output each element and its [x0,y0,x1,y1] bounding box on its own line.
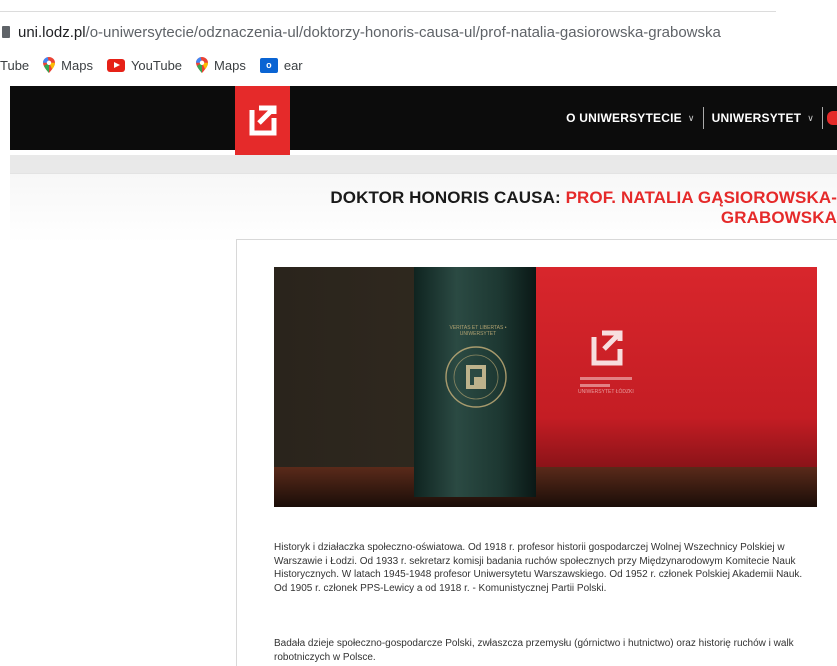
bookmark-outlook[interactable]: o ear [259,57,303,73]
bookmark-youtube[interactable]: YouTube [106,57,183,73]
bookmark-label: Tube [0,57,30,73]
title-name-line-1: PROF. NATALIA GĄSIOROWSKA- [565,188,837,207]
page-title: DOKTOR HONORIS CAUSA: PROF. NATALIA GĄSI… [300,188,837,228]
nav-o-uniwersytecie[interactable]: O UNIWERSYTECIE ∨ [558,108,702,128]
nav-divider [822,107,823,129]
nav-label: UNIWERSYTET [711,111,802,125]
lock-icon[interactable] [2,26,10,38]
honoris-causa-photo: VERITAS ET LIBERTAS • UNIWERSYTET UNIWER… [274,267,817,507]
outlook-icon: o [259,57,278,73]
url-path: /o-uniwersytecie/odznaczenia-ul/doktorzy… [85,23,721,41]
header-gray-strip [10,155,837,173]
title-name-line-2: GRABOWSKA [720,208,837,227]
logo-mark-icon [249,105,276,136]
diploma-photo-illustration [274,267,817,507]
chevron-down-icon: ∨ [807,112,814,123]
biography-paragraph-1: Historyk i działaczka społeczno-oświatow… [274,542,803,594]
site-header: O UNIWERSYTECIE ∨ UNIWERSYTET ∨ [10,86,837,156]
chevron-down-icon: ∨ [687,112,695,123]
bookmark-maps-2[interactable]: Maps [196,57,246,73]
bookmark-label: Maps [214,57,246,73]
photo-seal-text: VERITAS ET LIBERTAS • UNIWERSYTET [449,325,507,337]
address-bar[interactable]: uni.lodz.pl/o-uniwersytecie/odznaczenia-… [0,18,837,46]
nav-label: O UNIWERSYTECIE [566,111,682,125]
bookmarks-bar: Tube Maps YouTube Maps o ear [0,52,837,78]
photo-sign-text: UNIWERSYTET ŁÓDZKI [578,389,634,395]
university-logo[interactable] [235,86,290,156]
bookmark-label: YouTube [130,57,183,73]
url-domain: uni.lodz.pl [18,23,86,41]
nav-next-item-partial[interactable] [827,111,837,125]
youtube-icon [106,58,125,72]
bookmark-label: Maps [61,57,93,73]
main-nav: O UNIWERSYTECIE ∨ UNIWERSYTET ∨ [558,86,837,150]
title-prefix: DOKTOR HONORIS CAUSA: [330,188,566,207]
bookmark-tube[interactable]: Tube [0,58,29,73]
bookmark-label: ear [283,57,303,73]
maps-pin-icon [43,57,56,73]
biography-paragraph-2: Badała dzieje społeczno-gospodarcze Pols… [274,638,794,663]
nav-uniwersytet[interactable]: UNIWERSYTET ∨ [704,108,822,128]
browser-top-edge [0,0,776,12]
bookmark-maps[interactable]: Maps [43,57,93,73]
maps-pin-icon [196,57,209,73]
